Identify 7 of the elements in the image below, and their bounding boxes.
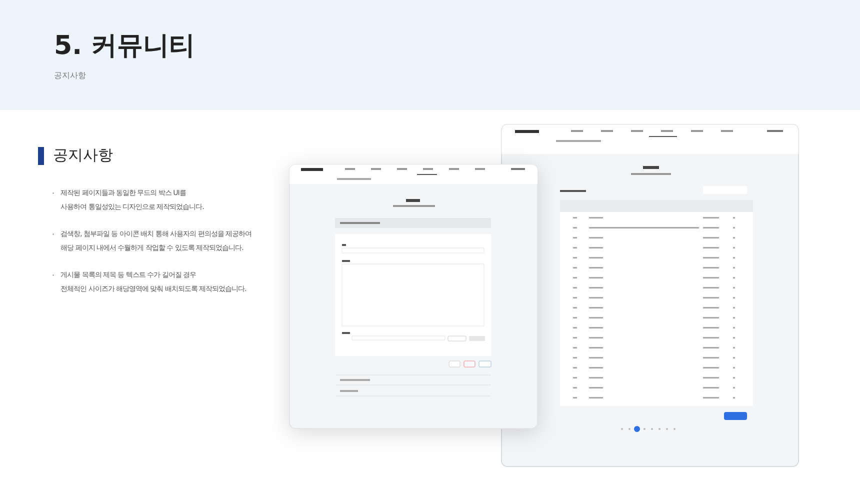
bullet-mark: · xyxy=(52,270,55,282)
bullet-mark: · xyxy=(52,229,55,241)
bullet-mark: · xyxy=(52,188,55,200)
accent-bar xyxy=(38,146,44,164)
section-title: 공지사항 xyxy=(53,146,113,165)
page-title: 5. 커뮤니티 xyxy=(54,30,196,62)
page-subtitle: 공지사항 xyxy=(54,70,87,81)
